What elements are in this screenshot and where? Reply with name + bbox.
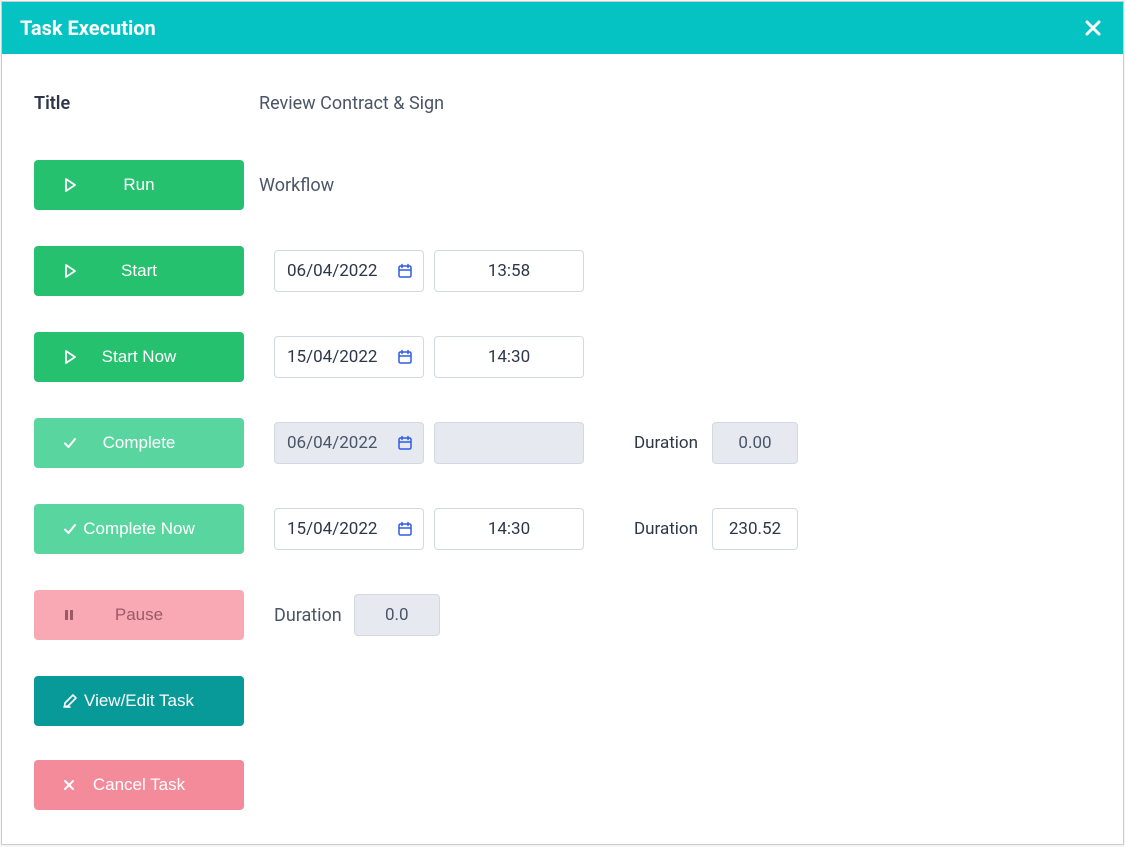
start-time-input[interactable]: 13:58	[434, 250, 584, 292]
pause-row: Pause Duration 0.0	[34, 590, 1091, 640]
play-icon	[62, 177, 78, 193]
complete-date-value: 06/04/2022	[287, 433, 377, 453]
title-label: Title	[34, 93, 70, 114]
start-time-value: 13:58	[488, 261, 530, 281]
close-button[interactable]	[1081, 20, 1105, 36]
cancel-row: Cancel Task	[34, 760, 1091, 810]
duration-label: Duration	[634, 433, 698, 453]
start-button-label: Start	[121, 261, 157, 281]
calendar-icon	[397, 435, 413, 451]
check-icon	[62, 521, 78, 537]
complete-now-duration-value: 230.52	[729, 519, 781, 539]
complete-button-label: Complete	[103, 433, 176, 453]
pause-duration-value: 0.0	[385, 605, 409, 625]
pause-button-label: Pause	[115, 605, 163, 625]
calendar-icon	[397, 263, 413, 279]
start-date-value: 06/04/2022	[287, 261, 377, 281]
calendar-icon	[397, 521, 413, 537]
start-row: Start 06/04/2022 13:58	[34, 246, 1091, 296]
pause-duration-input[interactable]: 0.0	[354, 594, 440, 636]
run-button-label: Run	[123, 175, 154, 195]
complete-now-button-label: Complete Now	[83, 519, 195, 539]
complete-now-date-value: 15/04/2022	[287, 519, 377, 539]
pause-button[interactable]: Pause	[34, 590, 244, 640]
modal-title: Task Execution	[20, 16, 156, 40]
delete-task-button[interactable]: Delete Task	[34, 844, 244, 845]
workflow-label: Workflow	[259, 175, 334, 196]
complete-time-input[interactable]	[434, 422, 584, 464]
calendar-icon	[397, 349, 413, 365]
close-icon	[62, 778, 76, 792]
complete-duration-value: 0.00	[738, 433, 771, 453]
complete-now-duration-input[interactable]: 230.52	[712, 508, 798, 550]
complete-duration-input[interactable]: 0.00	[712, 422, 798, 464]
run-row: Run Workflow	[34, 160, 1091, 210]
start-now-row: Start Now 15/04/2022 14:30	[34, 332, 1091, 382]
start-now-time-value: 14:30	[488, 347, 530, 367]
pause-icon	[62, 608, 76, 622]
start-now-date-input[interactable]: 15/04/2022	[274, 336, 424, 378]
complete-now-button[interactable]: Complete Now	[34, 504, 244, 554]
view-edit-task-button[interactable]: View/Edit Task	[34, 676, 244, 726]
complete-date-input[interactable]: 06/04/2022	[274, 422, 424, 464]
start-now-button[interactable]: Start Now	[34, 332, 244, 382]
view-edit-task-label: View/Edit Task	[84, 691, 194, 711]
duration-label: Duration	[274, 605, 342, 626]
title-value: Review Contract & Sign	[259, 93, 444, 114]
start-now-time-input[interactable]: 14:30	[434, 336, 584, 378]
start-button[interactable]: Start	[34, 246, 244, 296]
complete-button[interactable]: Complete	[34, 418, 244, 468]
cancel-task-label: Cancel Task	[93, 775, 185, 795]
complete-now-date-input[interactable]: 15/04/2022	[274, 508, 424, 550]
view-edit-row: View/Edit Task	[34, 676, 1091, 726]
duration-label: Duration	[634, 519, 698, 539]
start-now-date-value: 15/04/2022	[287, 347, 377, 367]
run-button[interactable]: Run	[34, 160, 244, 210]
play-icon	[62, 349, 78, 365]
start-now-button-label: Start Now	[102, 347, 177, 367]
play-icon	[62, 263, 78, 279]
start-date-input[interactable]: 06/04/2022	[274, 250, 424, 292]
edit-icon	[62, 693, 78, 709]
modal-body: Title Review Contract & Sign Run Workflo…	[2, 54, 1123, 845]
delete-row: Delete Task	[34, 844, 1091, 845]
modal-header: Task Execution	[2, 2, 1123, 54]
complete-now-time-input[interactable]: 14:30	[434, 508, 584, 550]
close-icon	[1085, 20, 1101, 36]
check-icon	[62, 435, 78, 451]
complete-now-row: Complete Now 15/04/2022 14:30 Duration 2…	[34, 504, 1091, 554]
cancel-task-button[interactable]: Cancel Task	[34, 760, 244, 810]
task-execution-modal: Task Execution Title Review Contract & S…	[1, 1, 1124, 845]
title-row: Title Review Contract & Sign	[34, 82, 1091, 124]
complete-row: Complete 06/04/2022 Duration 0.00	[34, 418, 1091, 468]
complete-now-time-value: 14:30	[488, 519, 530, 539]
